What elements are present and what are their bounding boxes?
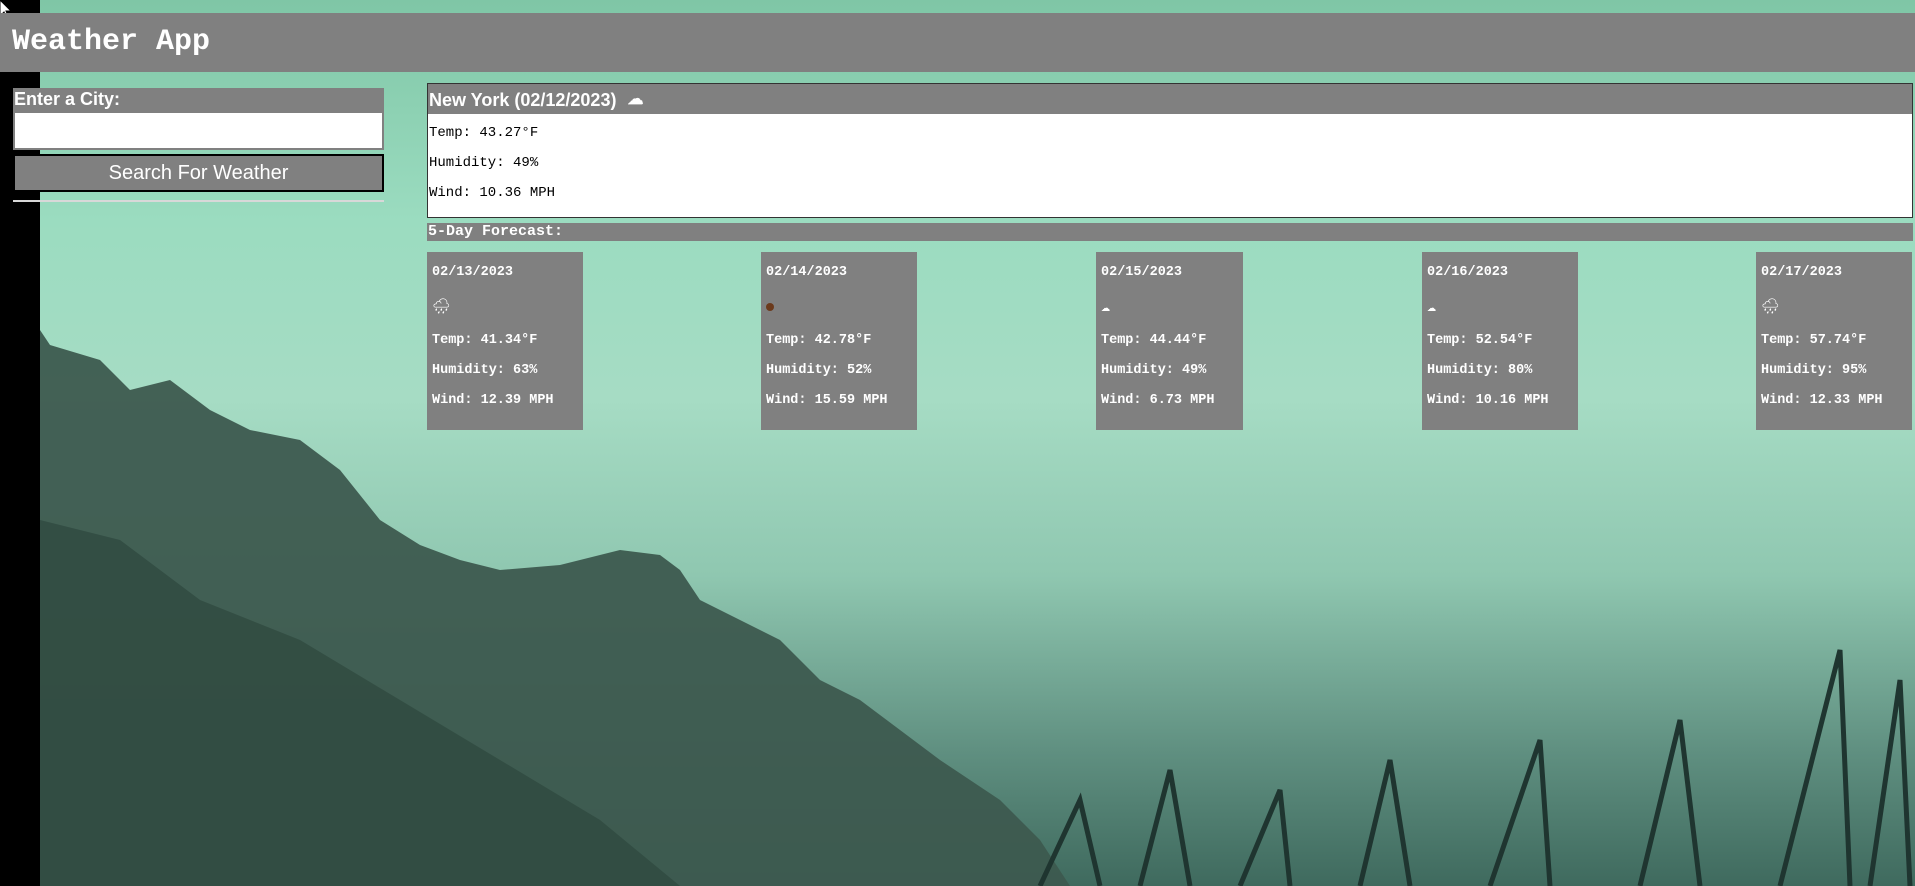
city-label: Enter a City: [13,88,384,112]
forecast-date: 02/16/2023 [1427,265,1509,280]
cloud-icon: ☁ [1101,299,1111,316]
cloud-icon: ☁ [1427,299,1437,316]
rain-cloud-icon: 🌧 [1761,299,1781,316]
current-city-title: New York (02/12/2023) [429,90,617,110]
forecast-temp: Temp: 41.34°F [432,333,538,348]
forecast-humidity: Humidity: 95% [1761,363,1867,378]
forecast-card: 02/13/2023 🌧 Temp: 41.34°F Humidity: 63%… [427,252,583,430]
current-humidity: Humidity: 49% [429,155,539,171]
forecast-temp: Temp: 44.44°F [1101,333,1207,348]
forecast-card: 02/15/2023 ☁ Temp: 44.44°F Humidity: 49%… [1096,252,1243,430]
forecast-date: 02/15/2023 [1101,265,1183,280]
current-weather-header: New York (02/12/2023) ☁ [428,84,1912,114]
forecast-card: 02/16/2023 ☁ Temp: 52.54°F Humidity: 80%… [1422,252,1578,430]
small-dot-icon [766,293,917,329]
forecast-humidity: Humidity: 52% [766,363,872,378]
forecast-date: 02/13/2023 [432,265,514,280]
current-weather-card: New York (02/12/2023) ☁ Temp: 43.27°F Hu… [427,83,1913,218]
forecast-wind: Wind: 15.59 MPH [766,393,888,408]
forecast-humidity: Humidity: 49% [1101,363,1207,378]
forecast-date: 02/17/2023 [1761,265,1843,280]
forecast-wind: Wind: 6.73 MPH [1101,393,1215,408]
forecast-wind: Wind: 10.16 MPH [1427,393,1549,408]
forecast-temp: Temp: 42.78°F [766,333,872,348]
search-button[interactable]: Search For Weather [13,154,384,192]
divider [13,200,384,202]
app-title: Weather App [12,25,211,59]
search-panel: Enter a City: Search For Weather [13,88,384,202]
forecast-date: 02/14/2023 [766,265,848,280]
forecast-humidity: Humidity: 63% [432,363,538,378]
forecast-humidity: Humidity: 80% [1427,363,1533,378]
forecast-heading: 5-Day Forecast: [427,223,1913,241]
app-header: Weather App [0,13,1915,72]
forecast-wind: Wind: 12.33 MPH [1761,393,1883,408]
forecast-temp: Temp: 57.74°F [1761,333,1867,348]
forecast-card: 02/17/2023 🌧 Temp: 57.74°F Humidity: 95%… [1756,252,1912,430]
current-wind: Wind: 10.36 MPH [429,185,556,201]
forecast-wind: Wind: 12.39 MPH [432,393,554,408]
forecast-card: 02/14/2023 Temp: 42.78°F Humidity: 52% W… [761,252,917,430]
forecast-temp: Temp: 52.54°F [1427,333,1533,348]
rain-cloud-icon: 🌧 [432,299,452,316]
cloud-icon: ☁ [627,91,644,108]
city-input[interactable] [13,112,384,150]
current-temp: Temp: 43.27°F [429,125,539,141]
